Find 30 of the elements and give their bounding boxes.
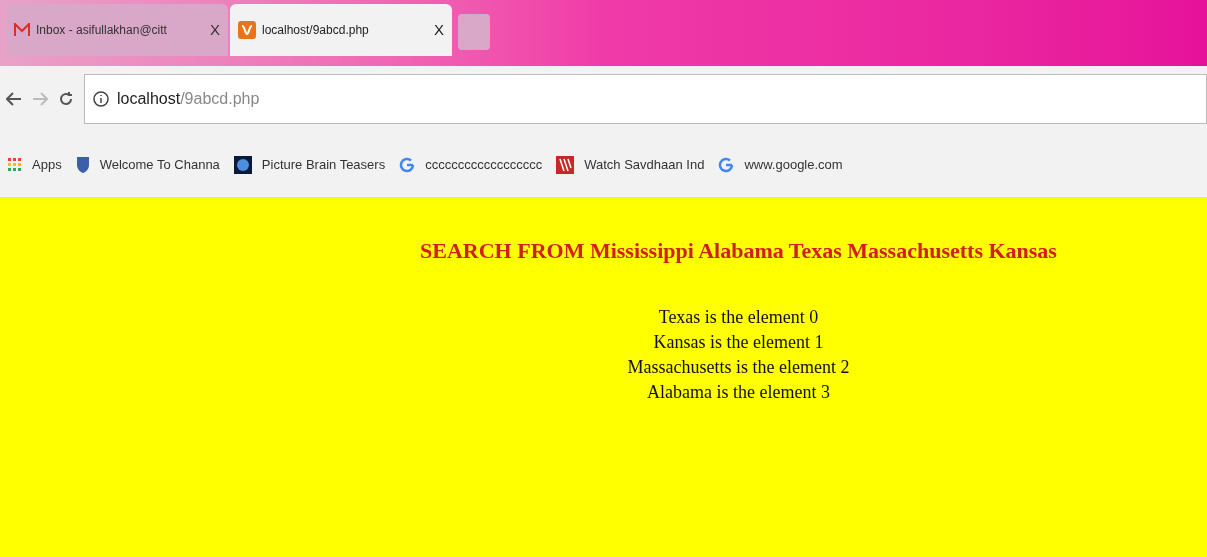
browser-tab[interactable]: localhost/9abcd.php X (230, 4, 452, 56)
reload-icon[interactable] (58, 91, 74, 107)
bookmark-link[interactable]: Picture Brain Teasers (261, 154, 386, 175)
letter-g-icon (718, 156, 735, 173)
stripes-logo-icon (556, 155, 575, 174)
bookmark-link[interactable]: Apps (32, 154, 62, 175)
page-heading: SEARCH FROM Mississippi Alabama Texas Massachusetts Kansas (420, 237, 1057, 265)
browser-tab[interactable]: Inbox - asifullakhan@citt X (6, 4, 228, 56)
address-bar[interactable]: localhost/9abcd.php (84, 74, 1207, 124)
info-icon (93, 91, 109, 107)
url-text: localhost/9abcd.php (117, 89, 260, 109)
mail-icon (14, 23, 30, 37)
back-arrow-icon[interactable] (6, 92, 22, 106)
globe-icon (233, 155, 252, 174)
result-line: Kansas is the element 1 (653, 331, 824, 354)
bookmark-link[interactable]: cccccccccccccccccc (425, 154, 543, 175)
tab-close-button[interactable]: X (210, 18, 220, 42)
tab-title: localhost/9abcd.php (262, 22, 369, 39)
letter-g-icon (399, 156, 416, 173)
result-line: Massachusetts is the element 2 (627, 356, 850, 379)
bookmark-link[interactable]: Watch Savdhaan Ind (584, 154, 705, 175)
bookmark-link[interactable]: Welcome To Channa (99, 154, 220, 175)
result-line: Alabama is the element 3 (647, 381, 830, 404)
bookmark-link[interactable]: www.google.com (744, 154, 843, 175)
apps-grid-icon (8, 157, 22, 172)
result-line: Texas is the element 0 (658, 306, 819, 329)
tab-close-button[interactable]: X (434, 18, 444, 42)
shield-icon (75, 155, 90, 174)
tab-title: Inbox - asifullakhan@citt (36, 22, 167, 39)
server-icon (238, 21, 256, 39)
